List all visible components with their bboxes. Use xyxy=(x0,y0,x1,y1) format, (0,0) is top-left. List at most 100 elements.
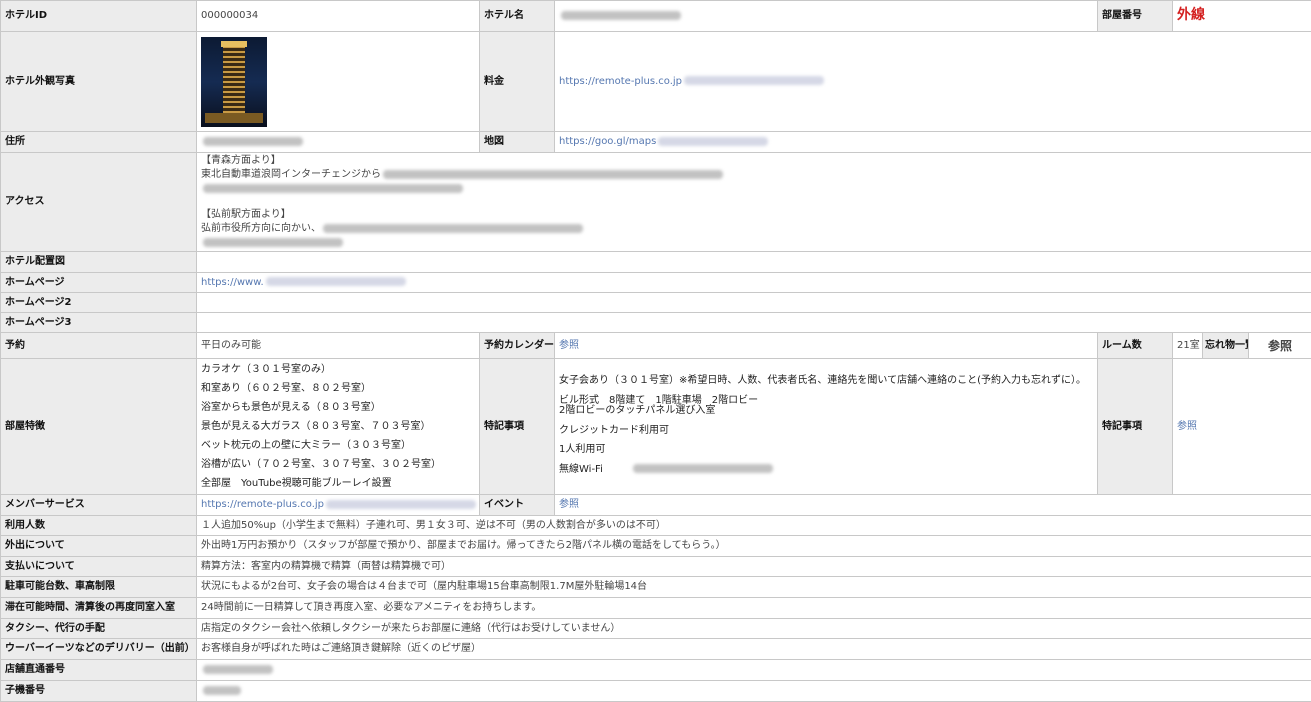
reservation-value: 平日のみ可能 xyxy=(197,333,480,359)
member-service-link[interactable]: https://remote-plus.co.jp xyxy=(201,499,324,510)
room-feature-item: ベット枕元の上の壁に大ミラー（３０３号室） xyxy=(201,436,475,455)
access-heading-aomori: 【青森方面より】 xyxy=(201,154,1307,168)
redacted-text xyxy=(203,686,241,695)
handset-value xyxy=(197,681,1311,702)
homepage2-value xyxy=(197,293,1311,313)
store-direct-value xyxy=(197,660,1311,681)
reservation-label: 予約 xyxy=(1,333,197,359)
access-heading-hirosaki: 【弘前駅方面より】 xyxy=(201,208,1307,222)
row-access: アクセス 【青森方面より】 東北自動車道浪岡インターチェンジから 【弘前駅方面よ… xyxy=(1,153,1311,252)
going-out-value: 外出時1万円お預かり（スタッフが部屋で預かり、部屋までお届け。帰ってきたら2階パ… xyxy=(197,536,1311,557)
event-value: 参照 xyxy=(555,495,1311,516)
access-label: アクセス xyxy=(1,153,197,252)
row-layout-map: ホテル配置図 xyxy=(1,252,1311,273)
room-number-value: 外線 xyxy=(1173,1,1311,32)
redacted-text xyxy=(561,11,681,20)
row-exterior-photo: ホテル外観写真 料金 https://remote-plus.co.jp xyxy=(1,32,1311,132)
rooms-value: 21室 xyxy=(1173,333,1203,359)
taxi-value: 店指定のタクシー会社へ依頼しタクシーが来たらお部屋に連絡（代行はお受けしていませ… xyxy=(197,619,1311,639)
row-reservation: 予約 平日のみ可能 予約カレンダー 参照 ルーム数 21室 忘れ物一覧 参照 xyxy=(1,333,1311,359)
payment-label: 支払いについて xyxy=(1,557,197,577)
special-notes-link[interactable]: 参照 xyxy=(1177,421,1197,432)
stay-value: 24時間前に一日精算して頂き再度入室、必要なアメニティをお持ちします。 xyxy=(197,598,1311,619)
delivery-value: お客様自身が呼ばれた時はご連絡頂き鍵解除（近くのピザ屋） xyxy=(197,639,1311,660)
room-features-list: カラオケ（３０１号室のみ） 和室あり（６０２号室、８０２号室） 浴室からも景色が… xyxy=(197,359,480,495)
row-going-out: 外出について 外出時1万円お預かり（スタッフが部屋で預かり、部屋までお届け。帰っ… xyxy=(1,536,1311,557)
redacted-url xyxy=(326,500,476,509)
hotel-name-value xyxy=(555,1,1098,32)
address-label: 住所 xyxy=(1,132,197,153)
redacted-text xyxy=(203,137,303,146)
room-feature-item: カラオケ（３０１号室のみ） xyxy=(201,360,475,379)
room-feature-item: 浴槽が広い（７０２号室、３０７号室、３０２号室） xyxy=(201,455,475,474)
price-label: 料金 xyxy=(480,32,555,132)
taxi-label: タクシー、代行の手配 xyxy=(1,619,197,639)
room-feature-item: 全部屋 YouTube視聴可能ブルーレイ設置 xyxy=(201,474,475,493)
usage-count-value: １人追加50%up（小学生まで無料）子連れ可、男１女３可、逆は不可（男の人数割合… xyxy=(197,516,1311,536)
price-link[interactable]: https://remote-plus.co.jp xyxy=(559,76,682,87)
homepage3-label: ホームページ3 xyxy=(1,313,197,333)
row-homepage: ホームページ https://www. xyxy=(1,273,1311,293)
hotel-name-label: ホテル名 xyxy=(480,1,555,32)
map-value: https://goo.gl/maps xyxy=(555,132,1311,153)
parking-label: 駐車可能台数、車高制限 xyxy=(1,577,197,598)
delivery-label: ウーバーイーツなどのデリバリー（出前） xyxy=(1,639,197,660)
parking-value: 状況にもよるが2台可、女子会の場合は４台まで可（屋内駐車場15台車高制限1.7M… xyxy=(197,577,1311,598)
room-number-label: 部屋番号 xyxy=(1098,1,1173,32)
special-notes-label: 特記事項 xyxy=(480,359,555,495)
outside-line-text: 外線 xyxy=(1177,7,1205,23)
special-notes-value-2: 参照 xyxy=(1173,359,1311,495)
special-notes-label-2: 特記事項 xyxy=(1098,359,1173,495)
price-value: https://remote-plus.co.jp xyxy=(555,32,1311,132)
row-taxi: タクシー、代行の手配 店指定のタクシー会社へ依頼しタクシーが来たらお部屋に連絡（… xyxy=(1,619,1311,639)
map-link[interactable]: https://goo.gl/maps xyxy=(559,136,656,147)
room-feature-item: 景色が見える大ガラス（８０３号室、７０３号室） xyxy=(201,417,475,436)
row-payment: 支払いについて 精算方法：客室内の精算機で精算（両替は精算機で可） xyxy=(1,557,1311,577)
row-store-direct: 店舗直通番号 xyxy=(1,660,1311,681)
special-notes-list: 女子会あり（３０１号室）※希望日時、人数、代表者氏名、連絡先を聞いて店舗へ連絡の… xyxy=(555,359,1098,495)
redacted-text xyxy=(203,665,273,674)
hotel-id-label: ホテルID xyxy=(1,1,197,32)
row-homepage3: ホームページ3 xyxy=(1,313,1311,333)
access-line: 弘前市役所方向に向かい、 xyxy=(201,222,1307,236)
access-line xyxy=(201,236,1307,250)
access-line: 東北自動車道浪岡インターチェンジから xyxy=(201,168,1307,182)
row-handset: 子機番号 xyxy=(1,681,1311,702)
row-parking: 駐車可能台数、車高制限 状況にもよるが2台可、女子会の場合は４台まで可（屋内駐車… xyxy=(1,577,1311,598)
room-feature-item: 浴室からも景色が見える（８０３号室） xyxy=(201,398,475,417)
store-direct-label: 店舗直通番号 xyxy=(1,660,197,681)
row-member-service: メンバーサービス https://remote-plus.co.jp イベント … xyxy=(1,495,1311,516)
special-note-item: クレジットカード利用可 xyxy=(559,422,1093,440)
lost-items-link[interactable]: 参照 xyxy=(1249,333,1311,359)
row-address: 住所 地図 https://goo.gl/maps xyxy=(1,132,1311,153)
homepage2-label: ホームページ2 xyxy=(1,293,197,313)
hotel-exterior-photo[interactable] xyxy=(201,37,267,127)
special-note-item: ビル形式 8階建て 1階駐車場 2階ロビー xyxy=(559,396,1093,406)
lost-items-label: 忘れ物一覧 xyxy=(1203,333,1249,359)
access-line xyxy=(201,182,1307,196)
row-delivery: ウーバーイーツなどのデリバリー（出前） お客様自身が呼ばれた時はご連絡頂き鍵解除… xyxy=(1,639,1311,660)
special-note-item: 2階ロビーのタッチパネル選び入室 xyxy=(559,406,1093,416)
redacted-url xyxy=(684,76,824,85)
event-label: イベント xyxy=(480,495,555,516)
special-note-item: 女子会あり（３０１号室）※希望日時、人数、代表者氏名、連絡先を聞いて店舗へ連絡の… xyxy=(559,374,1093,388)
redacted-url xyxy=(266,277,406,286)
access-value: 【青森方面より】 東北自動車道浪岡インターチェンジから 【弘前駅方面より】 弘前… xyxy=(197,153,1311,252)
exterior-photo-cell xyxy=(197,32,480,132)
homepage3-value xyxy=(197,313,1311,333)
redacted-url xyxy=(658,137,768,146)
reservation-calendar-value: 参照 xyxy=(555,333,1098,359)
map-label: 地図 xyxy=(480,132,555,153)
address-value xyxy=(197,132,480,153)
reservation-calendar-link[interactable]: 参照 xyxy=(559,340,579,351)
event-link[interactable]: 参照 xyxy=(559,499,579,510)
layout-map-value xyxy=(197,252,1311,273)
layout-map-label: ホテル配置図 xyxy=(1,252,197,273)
homepage-link[interactable]: https://www. xyxy=(201,277,264,288)
handset-label: 子機番号 xyxy=(1,681,197,702)
row-stay: 滞在可能時間、清算後の再度同室入室 24時間前に一日精算して頂き再度入室、必要な… xyxy=(1,598,1311,619)
hotel-id-value: 000000034 xyxy=(197,1,480,32)
usage-count-label: 利用人数 xyxy=(1,516,197,536)
member-service-value: https://remote-plus.co.jp xyxy=(197,495,480,516)
row-usage-count: 利用人数 １人追加50%up（小学生まで無料）子連れ可、男１女３可、逆は不可（男… xyxy=(1,516,1311,536)
